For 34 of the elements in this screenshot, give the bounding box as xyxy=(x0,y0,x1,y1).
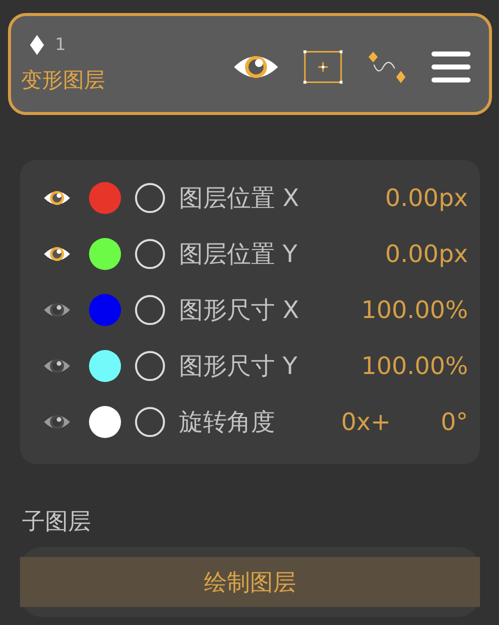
radio-button[interactable] xyxy=(135,295,165,325)
radio-button[interactable] xyxy=(135,351,165,381)
eye-icon[interactable] xyxy=(43,412,71,432)
color-dot[interactable] xyxy=(89,406,121,438)
eye-icon[interactable] xyxy=(43,356,71,376)
layer-title: 变形图层 xyxy=(21,67,105,94)
property-label: 旋转角度 xyxy=(179,407,276,438)
curve-keyframes-icon[interactable] xyxy=(367,49,407,85)
diamond-icon xyxy=(29,34,45,56)
property-label: 图层位置 X xyxy=(179,183,300,214)
color-dot[interactable] xyxy=(89,182,121,214)
property-value[interactable]: 0.00px xyxy=(385,240,468,268)
color-dot[interactable] xyxy=(89,238,121,270)
draw-layer-button[interactable]: 绘制图层 xyxy=(20,557,480,607)
property-value[interactable]: 100.00% xyxy=(361,352,468,380)
radio-button[interactable] xyxy=(135,407,165,437)
section-title: 子图层 xyxy=(22,508,92,537)
property-label: 图层位置 Y xyxy=(179,239,298,270)
eye-icon[interactable] xyxy=(43,300,71,320)
radio-button[interactable] xyxy=(135,183,165,213)
color-dot[interactable] xyxy=(89,294,121,326)
keyframe-count: 1 xyxy=(55,35,66,55)
property-value[interactable]: 0° xyxy=(440,408,468,436)
property-value[interactable]: 100.00% xyxy=(361,296,468,324)
eye-icon[interactable] xyxy=(43,244,71,264)
property-label: 图形尺寸 Y xyxy=(179,351,298,382)
radio-button[interactable] xyxy=(135,239,165,269)
menu-icon[interactable] xyxy=(431,49,471,85)
transform-box-icon[interactable] xyxy=(303,49,343,85)
eye-icon[interactable] xyxy=(43,188,71,208)
property-label: 图形尺寸 X xyxy=(179,295,300,326)
property-value[interactable]: 0.00px xyxy=(385,184,468,212)
color-dot[interactable] xyxy=(89,350,121,382)
property-value[interactable]: 0x+ xyxy=(341,408,391,436)
